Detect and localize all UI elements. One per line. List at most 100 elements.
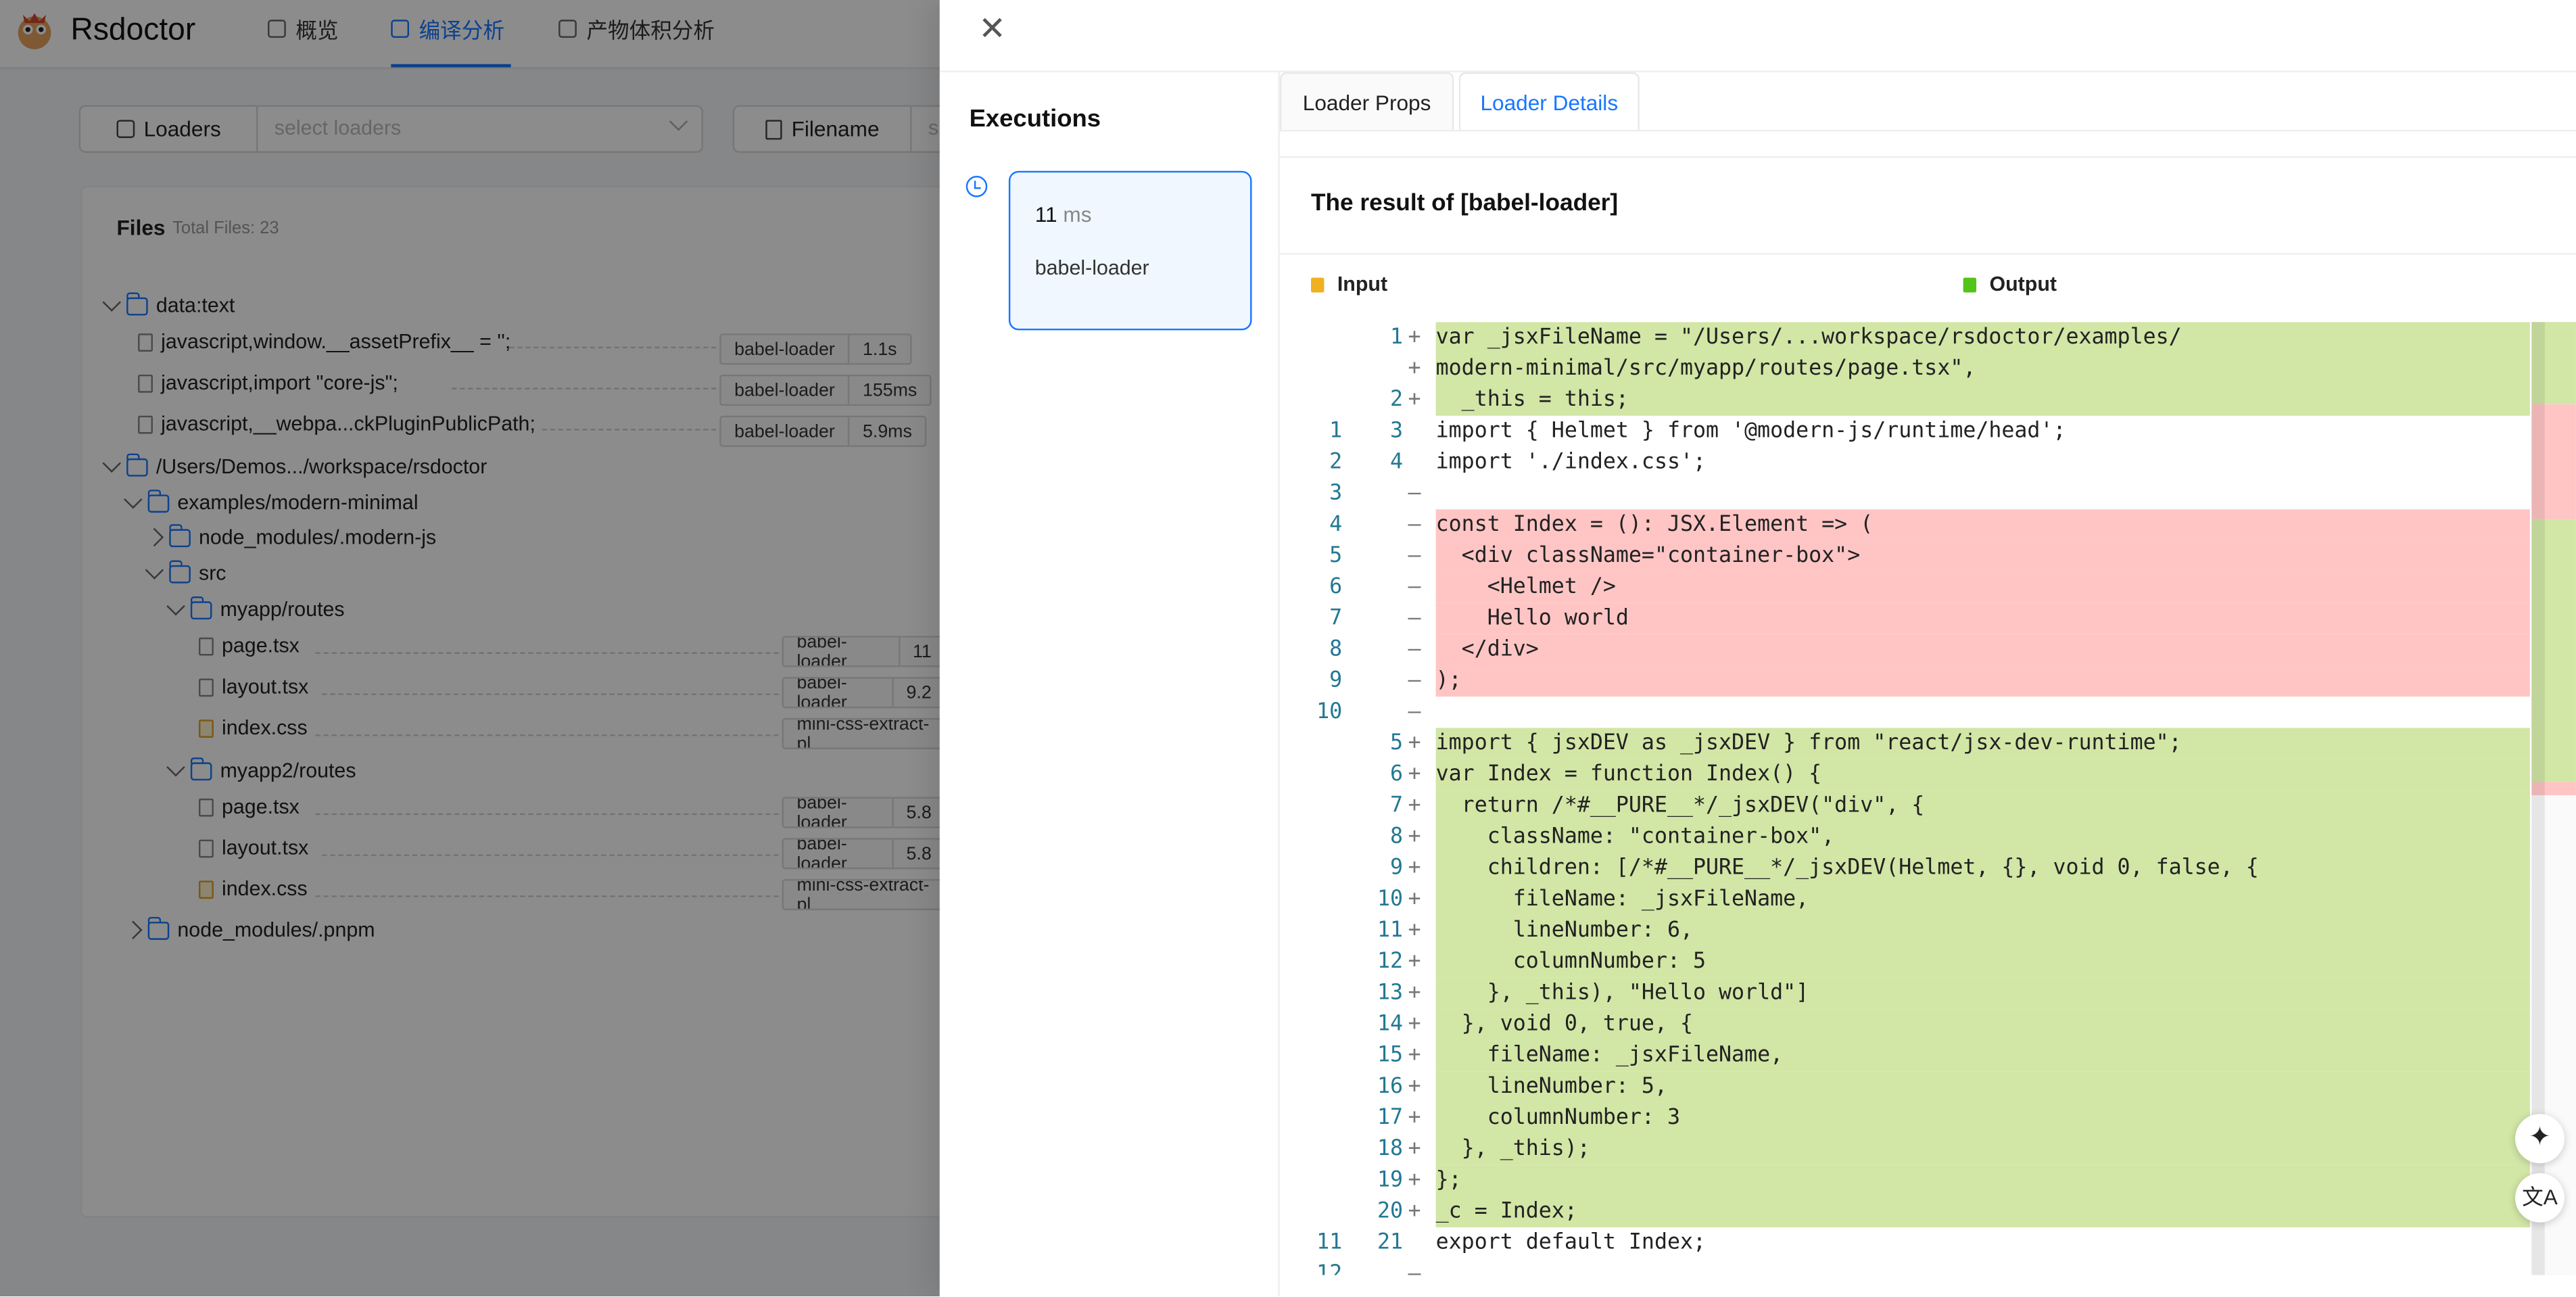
diff-line-removed[interactable]: 5 — <div className="container-box"> bbox=[1280, 540, 2530, 572]
diff-line-removed[interactable]: 12 — bbox=[1280, 1258, 2530, 1275]
old-line-number: 12 bbox=[1316, 1262, 1343, 1275]
diff-line-added[interactable]: 15 + fileName: _jsxFileName, bbox=[1280, 1040, 2530, 1072]
tab-bar-border bbox=[1279, 129, 2576, 132]
new-line-number: 9 bbox=[1390, 855, 1404, 881]
code-text: lineNumber: 6, bbox=[1435, 915, 2530, 947]
diff-line-added[interactable]: 11 + lineNumber: 6, bbox=[1280, 915, 2530, 947]
code-text: }, void 0, true, { bbox=[1435, 1008, 2530, 1041]
diff-marker: — bbox=[1408, 575, 1421, 600]
new-line-number: 8 bbox=[1390, 824, 1404, 850]
new-line-number: 18 bbox=[1377, 1137, 1404, 1162]
code-text: var Index = function Index() { bbox=[1435, 759, 2530, 791]
diff-line-added[interactable]: 2 + _this = this; bbox=[1280, 384, 2530, 416]
diff-marker: — bbox=[1408, 637, 1421, 663]
loader-details-drawer: ✕ Executions 11 ms babel-loader Loader P… bbox=[939, 0, 2576, 1297]
new-line-number: 11 bbox=[1377, 918, 1404, 943]
diff-marker: — bbox=[1408, 1262, 1421, 1275]
old-line-number: 1 bbox=[1329, 419, 1343, 444]
execution-card[interactable]: 11 ms babel-loader bbox=[1008, 170, 1252, 331]
new-line-number: 14 bbox=[1377, 1012, 1404, 1037]
new-line-number: 21 bbox=[1377, 1230, 1404, 1256]
diff-marker: — bbox=[1408, 668, 1421, 694]
code-text: <div className="container-box"> bbox=[1435, 540, 2530, 572]
code-text: import { jsxDEV as _jsxDEV } from "react… bbox=[1435, 728, 2530, 759]
old-line-number: 5 bbox=[1329, 544, 1343, 569]
diff-line-removed[interactable]: 9 —); bbox=[1280, 665, 2530, 697]
sparkle-icon[interactable]: ✦ bbox=[2515, 1114, 2565, 1164]
diff-marker: + bbox=[1408, 918, 1421, 943]
old-line-number: 3 bbox=[1329, 481, 1343, 506]
code-text: <Helmet /> bbox=[1435, 571, 2530, 603]
code-text: fileName: _jsxFileName, bbox=[1435, 884, 2530, 916]
diff-line-added[interactable]: + modern-minimal/src/myapp/routes/page.ts… bbox=[1280, 353, 2530, 385]
diff-line-added[interactable]: 17 + columnNumber: 3 bbox=[1280, 1102, 2530, 1134]
diff-line-added[interactable]: 6 + var Index = function Index() { bbox=[1280, 759, 2530, 791]
diff-line-removed[interactable]: 3— bbox=[1280, 478, 2530, 509]
diff-line-removed[interactable]: 8 — </div> bbox=[1280, 634, 2530, 666]
tab-loader-details[interactable]: Loader Details bbox=[1458, 72, 1640, 132]
diff-line-added[interactable]: 12 + columnNumber: 5 bbox=[1280, 946, 2530, 978]
diff-editor[interactable]: 1 + var _jsxFileName = "/Users/...workspac… bbox=[1280, 322, 2576, 1275]
divider bbox=[1279, 253, 2576, 255]
diff-marker: + bbox=[1408, 855, 1421, 881]
diff-line-removed[interactable]: 7 — Hello world bbox=[1280, 603, 2530, 634]
new-line-number: 10 bbox=[1377, 887, 1404, 912]
diff-marker: + bbox=[1408, 1137, 1421, 1162]
diff-line-added[interactable]: 16 + lineNumber: 5, bbox=[1280, 1071, 2530, 1103]
diff-line-added[interactable]: 7 + return /*#__PURE__*/_jsxDEV("div", { bbox=[1280, 790, 2530, 822]
diff-line-added[interactable]: 14 + }, void 0, true, { bbox=[1280, 1008, 2530, 1041]
tab-loader-props[interactable]: Loader Props bbox=[1279, 72, 1454, 132]
diff-marker: + bbox=[1408, 1012, 1421, 1037]
divider bbox=[939, 70, 2576, 72]
diff-line-removed[interactable]: 10 — bbox=[1280, 697, 2530, 728]
diff-line[interactable]: 2 4 import './index.css'; bbox=[1280, 447, 2530, 478]
old-line-number: 6 bbox=[1329, 575, 1343, 600]
translate-icon[interactable]: 文A bbox=[2515, 1173, 2565, 1223]
diff-marker: + bbox=[1408, 949, 1421, 974]
old-line-number: 10 bbox=[1316, 700, 1343, 725]
diff-line-added[interactable]: 9 + children: [/*#__PURE__*/_jsxDEV(Helme… bbox=[1280, 853, 2530, 885]
output-header: Output bbox=[1963, 273, 2057, 296]
output-label: Output bbox=[1989, 273, 2057, 296]
new-line-number: 12 bbox=[1377, 949, 1404, 974]
diff-line-added[interactable]: 20 + _c = Index; bbox=[1280, 1196, 2530, 1228]
diff-line-added[interactable]: 13 + }, _this), "Hello world"] bbox=[1280, 977, 2530, 1009]
old-line-number: 4 bbox=[1329, 513, 1343, 538]
diff-marker: — bbox=[1408, 606, 1421, 632]
new-line-number: 20 bbox=[1377, 1199, 1404, 1225]
diff-line-removed[interactable]: 6 — <Helmet /> bbox=[1280, 571, 2530, 603]
code-text: import { Helmet } from '@modern-js/runti… bbox=[1435, 419, 2066, 444]
old-line-number: 7 bbox=[1329, 606, 1343, 632]
execution-loader: babel-loader bbox=[1034, 256, 1149, 280]
diff-marker: + bbox=[1408, 1043, 1421, 1068]
modal-mask[interactable] bbox=[0, 0, 940, 1297]
code-text: modern-minimal/src/myapp/routes/page.tsx… bbox=[1435, 353, 2530, 385]
diff-marker: + bbox=[1408, 887, 1421, 912]
new-line-number: 16 bbox=[1377, 1075, 1404, 1100]
code-text: return /*#__PURE__*/_jsxDEV("div", { bbox=[1435, 790, 2530, 822]
diff-line-added[interactable]: 8 + className: "container-box", bbox=[1280, 821, 2530, 853]
diff-line-added[interactable]: 5 + import { jsxDEV as _jsxDEV } from "rea… bbox=[1280, 728, 2530, 759]
diff-line-added[interactable]: 1 + var _jsxFileName = "/Users/...workspac… bbox=[1280, 322, 2530, 354]
diff-marker: + bbox=[1408, 1106, 1421, 1131]
diff-marker: + bbox=[1408, 762, 1421, 787]
close-icon[interactable]: ✕ bbox=[976, 13, 1009, 46]
code-text: _c = Index; bbox=[1435, 1196, 2530, 1228]
diff-marker: + bbox=[1408, 356, 1421, 381]
input-header: Input bbox=[1310, 273, 1387, 296]
code-text: }, _this), "Hello world"] bbox=[1435, 977, 2530, 1009]
diff-line-removed[interactable]: 4 — const Index = (): JSX.Element => ( bbox=[1280, 509, 2530, 541]
old-line-number: 8 bbox=[1329, 637, 1343, 663]
diff-line-added[interactable]: 18 + }, _this); bbox=[1280, 1133, 2530, 1165]
diff-line[interactable]: 1 3 import { Helmet } from '@modern-js/run… bbox=[1280, 416, 2530, 447]
code-text: }; bbox=[1435, 1164, 2530, 1196]
diff-line-added[interactable]: 10 + fileName: _jsxFileName, bbox=[1280, 884, 2530, 916]
diff-marker: + bbox=[1408, 1168, 1421, 1194]
new-line-number: 17 bbox=[1377, 1106, 1404, 1131]
diff-marker: — bbox=[1408, 513, 1421, 538]
diff-line-added[interactable]: 19 +}; bbox=[1280, 1164, 2530, 1196]
diff-line[interactable]: 11 21 export default Index; bbox=[1280, 1227, 2530, 1258]
code-text: columnNumber: 5 bbox=[1435, 946, 2530, 978]
code-text: _this = this; bbox=[1435, 384, 2530, 416]
code-text: className: "container-box", bbox=[1435, 821, 2530, 853]
